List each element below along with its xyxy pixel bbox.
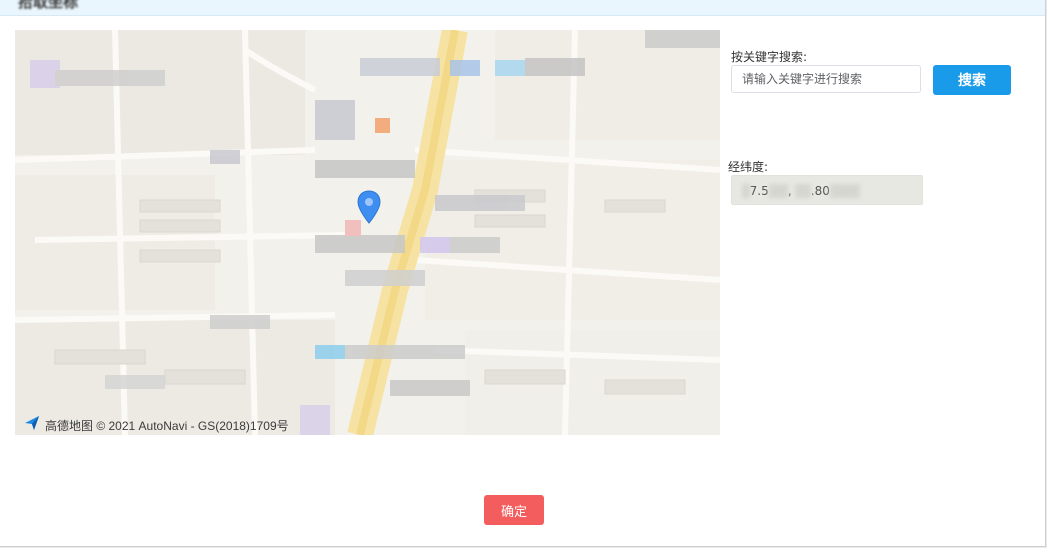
coordinates-label: 经纬度: <box>728 160 769 174</box>
map-view[interactable]: 高德地图 © 2021 AutoNavi - GS(2018)1709号 <box>15 30 720 435</box>
coordinates-value-part: 7.5 <box>749 184 769 198</box>
coordinates-value-part-2: .80 <box>810 184 830 198</box>
pick-location-dialog: 拾取坐标 高德地图 © 2021 AutoNavi - GS(2018)1709… <box>0 0 1046 547</box>
coordinates-separator: , <box>787 184 796 198</box>
confirm-button[interactable]: 确定 <box>484 495 544 525</box>
dialog-header: 拾取坐标 <box>0 0 1045 16</box>
coordinates-value-masked-2: 0.0 <box>768 184 788 198</box>
coordinates-value-masked-4: 0000 <box>829 184 861 198</box>
search-input[interactable] <box>731 65 921 93</box>
amap-logo-icon <box>25 416 39 430</box>
map-tiles[interactable] <box>15 30 720 435</box>
map-copyright: 高德地图 © 2021 AutoNavi - GS(2018)1709号 <box>45 419 289 433</box>
search-button[interactable]: 搜索 <box>933 65 1011 95</box>
coordinates-value-masked-1: 1 <box>742 184 750 198</box>
coordinates-field[interactable]: 17.50.0, 00.800000 <box>731 175 923 205</box>
coordinates-value-masked-3: 00 <box>795 184 811 198</box>
dialog-title: 拾取坐标 <box>18 0 79 11</box>
keyword-search-label: 按关键字搜索: <box>731 50 808 64</box>
location-marker-icon[interactable] <box>357 190 381 224</box>
